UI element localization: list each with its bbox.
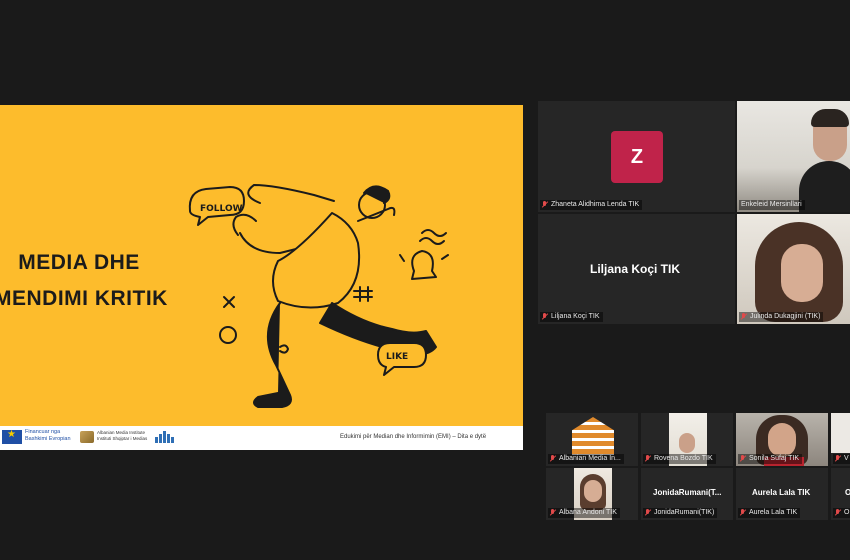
participant-name: Albanian Media In...: [559, 455, 621, 462]
ami-logo-icon: [80, 431, 94, 443]
participant-face: [781, 244, 823, 302]
funding-text: Financuar nga Bashkimi Evropian: [25, 429, 71, 443]
participant-name-tag: Sonila Sufaj TIK: [738, 454, 803, 464]
ami-text: Albanian Media Institute Instituti Shqip…: [97, 430, 147, 442]
participant-tile-enkeleid[interactable]: Enkeleid Mersinllari: [737, 101, 850, 212]
participant-name-tag: JonidaRumani(TIK): [643, 508, 718, 518]
funding-line-1: Financuar nga: [25, 429, 61, 435]
mic-muted-icon: [550, 455, 556, 463]
participant-face: [768, 423, 796, 457]
slide-title-line-2: MENDIMI KRITIK: [0, 287, 168, 310]
participant-tile-aurela[interactable]: Aurela Lala TIK Aurela Lala TIK: [736, 468, 828, 520]
like-sticker-text: LIKE: [386, 352, 408, 362]
participant-name-tag: Albanian Media In...: [548, 454, 624, 464]
slide-title-line-1: MEDIA DHE: [18, 251, 140, 274]
follow-sticker-text: FOLLOW: [200, 204, 243, 214]
participant-name: Liljana Koçi TIK: [551, 313, 600, 320]
slide-caption: Edukimi për Median dhe Informimin (EMI) …: [340, 434, 487, 440]
avatar-initial: Z: [611, 131, 663, 183]
participant-display-name: JonidaRumani(T...: [653, 488, 722, 497]
participant-name: Sonila Sufaj TIK: [749, 455, 800, 462]
dancing-man-illustration: FOLLOW LIKE: [188, 184, 449, 408]
participant-tile-liljana[interactable]: Liljana Koçi TIK Liljana Koçi TIK: [538, 214, 735, 324]
participant-hair: [811, 109, 849, 127]
participant-face: [679, 433, 695, 453]
participant-name-tag: Aurela Lala TIK: [738, 508, 801, 518]
participant-name: O: [844, 509, 850, 516]
participant-display-name: O: [845, 488, 850, 497]
mic-muted-icon: [542, 313, 548, 321]
mic-muted-icon: [550, 509, 556, 517]
participant-tile-partial-v[interactable]: V: [831, 413, 850, 466]
slide-title: MEDIA DHE MENDIMI KRITIK: [0, 245, 168, 317]
mic-muted-icon: [740, 455, 746, 463]
participant-display-name: Liljana Koçi TIK: [590, 262, 681, 276]
mic-muted-icon: [835, 455, 841, 463]
ami-line-2: Instituti Shqiptar i Medias: [97, 436, 148, 441]
mic-muted-icon: [645, 509, 651, 517]
participant-name-tag: O: [833, 508, 850, 518]
participant-name-tag: Zhaneta Alidhima Lenda TIK: [540, 200, 643, 210]
participant-name: Aurela Lala TIK: [749, 509, 798, 516]
mic-muted-icon: [542, 201, 548, 209]
participant-tile-sonila[interactable]: Sonila Sufaj TIK: [736, 413, 828, 466]
participant-name-tag: Albana Andoni TIK: [548, 508, 620, 518]
participant-name: Zhaneta Alidhima Lenda TIK: [551, 201, 640, 208]
participant-name: Rovena Bozdo TIK: [654, 455, 713, 462]
participant-tile-rovena[interactable]: Rovena Bozdo TIK: [641, 413, 733, 466]
participant-face: [584, 480, 602, 502]
participant-name: V: [844, 455, 849, 462]
ami-logo-icon: [572, 417, 614, 455]
slide-footer: Financuar nga Bashkimi Evropian Albanian…: [0, 426, 523, 450]
participant-display-name: Aurela Lala TIK: [752, 488, 811, 497]
funding-line-2: Bashkimi Evropian: [25, 436, 71, 442]
participant-tile-jonida[interactable]: JonidaRumani(T... JonidaRumani(TIK): [641, 468, 733, 520]
shared-screen-slide: MEDIA DHE MENDIMI KRITIK FOLLOW LIKE ★ F…: [0, 105, 523, 450]
mic-muted-icon: [741, 313, 747, 321]
participant-name: Albana Andoni TIK: [559, 509, 617, 516]
meeting-window: MEDIA DHE MENDIMI KRITIK FOLLOW LIKE ★ F…: [0, 0, 850, 560]
participant-tile-ami[interactable]: Albanian Media In...: [546, 413, 638, 466]
participant-name-tag: Julinda Dukagjini (TIK): [739, 312, 824, 322]
participant-name: Enkeleid Mersinllari: [741, 201, 802, 208]
participant-name-tag: V: [833, 454, 850, 464]
participant-name: Julinda Dukagjini (TIK): [750, 313, 821, 320]
partner-logo-icon: [155, 430, 185, 444]
participant-video: [831, 413, 850, 453]
mic-muted-icon: [645, 455, 651, 463]
mic-muted-icon: [740, 509, 746, 517]
participant-name: JonidaRumani(TIK): [654, 509, 715, 516]
participant-name-tag: Rovena Bozdo TIK: [643, 454, 716, 464]
participant-tile-julinda[interactable]: Julinda Dukagjini (TIK): [737, 214, 850, 324]
participant-name-tag: Liljana Koçi TIK: [540, 312, 603, 322]
eu-flag-icon: [2, 429, 22, 444]
participant-tile-partial-o[interactable]: O O: [831, 468, 850, 520]
mic-muted-icon: [835, 509, 841, 517]
participant-name-tag: Enkeleid Mersinllari: [739, 200, 805, 210]
participant-tile-albana[interactable]: Albana Andoni TIK: [546, 468, 638, 520]
